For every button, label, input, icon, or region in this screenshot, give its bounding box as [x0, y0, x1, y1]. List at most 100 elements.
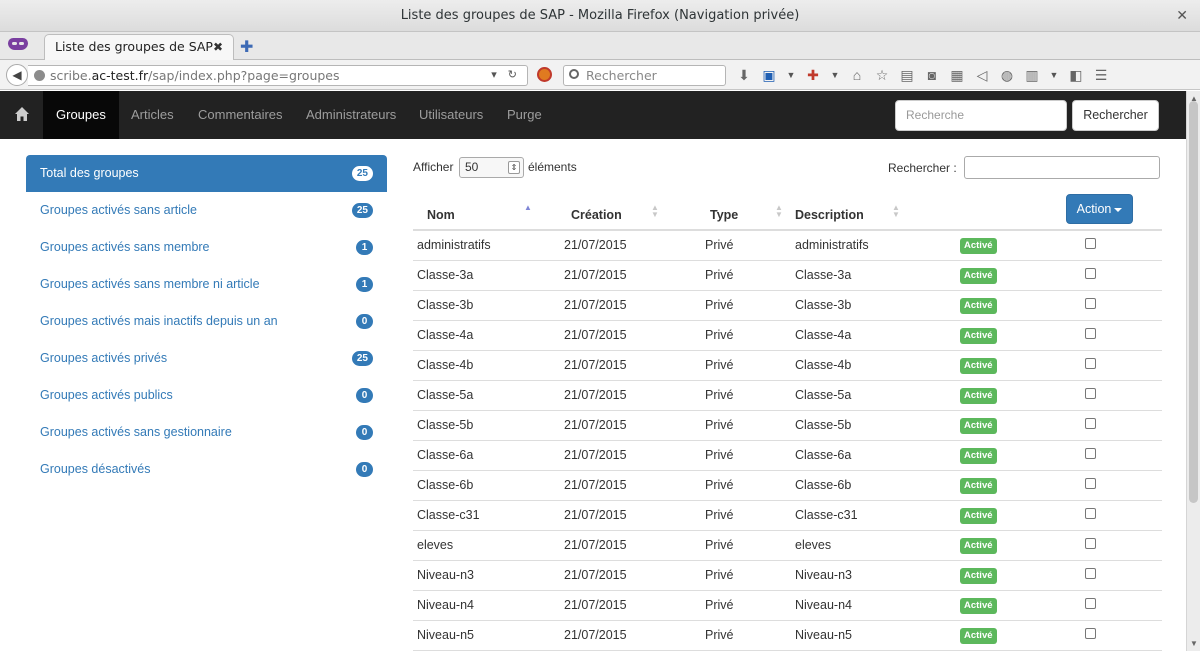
sidebar-item-total[interactable]: Total des groupes 25 [26, 155, 387, 192]
sidebar-item-sans-article[interactable]: Groupes activés sans article 25 [26, 192, 387, 229]
cell-creation: 21/07/2015 [564, 410, 705, 441]
column-header-description[interactable]: Description ▲ ▼ [795, 199, 960, 231]
menu-icon[interactable]: ☰ [1093, 67, 1109, 83]
table-row[interactable]: Classe-6a 21/07/2015 Privé Classe-6a Activé [413, 440, 1162, 471]
count-badge: 25 [351, 203, 373, 218]
cell-type: Privé [705, 290, 795, 321]
nav-item-utilisateurs[interactable]: Utilisateurs [406, 91, 496, 139]
sidebar-item-desactives[interactable]: Groupes désactivés 0 [26, 451, 387, 488]
row-checkbox[interactable] [1085, 628, 1096, 639]
table-row[interactable]: Niveau-n4 21/07/2015 Privé Niveau-n4 Activé [413, 590, 1162, 621]
table-row[interactable]: administratifs 21/07/2015 Privé administrat… [413, 230, 1162, 261]
table-row[interactable]: Classe-4b 21/07/2015 Privé Classe-4b Activé [413, 350, 1162, 381]
row-checkbox[interactable] [1085, 328, 1096, 339]
row-checkbox[interactable] [1085, 598, 1096, 609]
scroll-down-icon[interactable]: ▼ [1190, 639, 1198, 648]
tab-close-icon[interactable]: ✖ [213, 35, 223, 59]
sidebar-item-label: Groupes activés mais inactifs depuis un … [40, 314, 278, 328]
table-row[interactable]: Classe-c31 21/07/2015 Privé Classe-c31 Activ… [413, 500, 1162, 531]
cell-description: Classe-4a [795, 320, 960, 351]
table-row[interactable]: Classe-3a 21/07/2015 Privé Classe-3a Activé [413, 260, 1162, 291]
table-row[interactable]: Classe-5b 21/07/2015 Privé Classe-5b Activé [413, 410, 1162, 441]
sidebar-item-sans-gestionnaire[interactable]: Groupes activés sans gestionnaire 0 [26, 414, 387, 451]
column-header-type[interactable]: Type ▲ ▼ [705, 199, 795, 231]
table-row[interactable]: Classe-6b 21/07/2015 Privé Classe-6b Activé [413, 470, 1162, 501]
nav-item-administrateurs[interactable]: Administrateurs [293, 91, 409, 139]
url-bar[interactable]: scribe.ac-test.fr/sap/index.php?page=gro… [28, 65, 528, 86]
cell-select [1085, 500, 1162, 531]
row-checkbox[interactable] [1085, 478, 1096, 489]
home-browser-icon[interactable]: ⌂ [849, 67, 865, 83]
row-checkbox[interactable] [1085, 298, 1096, 309]
status-badge: Activé [960, 387, 997, 404]
sidebar-item-publics[interactable]: Groupes activés publics 0 [26, 377, 387, 414]
nav-item-groupes[interactable]: Groupes [43, 91, 119, 139]
window-close-icon[interactable]: ✕ [1176, 0, 1188, 32]
table-row[interactable]: Classe-4a 21/07/2015 Privé Classe-4a Activé [413, 320, 1162, 351]
cell-statut: Activé [960, 590, 1085, 621]
row-checkbox[interactable] [1085, 358, 1096, 369]
addon-icon[interactable]: ◍ [999, 67, 1015, 83]
bookmarks-list-icon[interactable]: ▤ [899, 67, 915, 83]
row-checkbox[interactable] [1085, 448, 1096, 459]
row-checkbox[interactable] [1085, 238, 1096, 250]
table-row[interactable]: Classe-5a 21/07/2015 Privé Classe-5a Activé [413, 380, 1162, 411]
save-icon[interactable]: ▣ [761, 67, 777, 83]
page-scrollbar[interactable]: ▲ ▼ [1186, 91, 1200, 651]
site-info-icon[interactable] [34, 70, 45, 81]
sidebar-item-sans-membre-ni-article[interactable]: Groupes activés sans membre ni article 1 [26, 266, 387, 303]
column-header-creation[interactable]: Création ▲ ▼ [564, 199, 705, 231]
column-header-nom[interactable]: Nom ▲ [413, 199, 564, 231]
back-icon[interactable]: ◀ [6, 64, 28, 86]
status-badge: Activé [960, 477, 997, 494]
row-checkbox[interactable] [1085, 388, 1096, 399]
sort-asc-icon: ▲ [524, 203, 532, 212]
cell-select [1085, 320, 1162, 351]
sort-icon: ▲ ▼ [775, 203, 783, 219]
table-row[interactable]: eleves 21/07/2015 Privé eleves Activé [413, 530, 1162, 561]
first-aid-icon[interactable]: ✚ [805, 67, 821, 83]
browser-search-input[interactable]: Rechercher [563, 65, 726, 86]
new-tab-icon[interactable]: ✚ [240, 37, 253, 57]
cell-nom: Niveau-n3 [413, 560, 564, 591]
sidebar-item-prives[interactable]: Groupes activés privés 25 [26, 340, 387, 377]
table-row[interactable]: Classe-3b 21/07/2015 Privé Classe-3b Activé [413, 290, 1162, 321]
nav-search-button[interactable]: Rechercher [1072, 100, 1159, 131]
browser-tab[interactable]: Liste des groupes de SAP ✖ [44, 34, 234, 60]
row-checkbox[interactable] [1085, 568, 1096, 579]
sidebar-item-inactifs[interactable]: Groupes activés mais inactifs depuis un … [26, 303, 387, 340]
noscript-icon[interactable] [537, 67, 552, 82]
send-icon[interactable]: ◁ [974, 67, 990, 83]
cell-description: Classe-6a [795, 440, 960, 471]
row-checkbox[interactable] [1085, 268, 1096, 279]
page-size-select[interactable]: 50 ⇕ [459, 157, 524, 178]
grid-icon[interactable]: ▦ [949, 67, 965, 83]
pocket-icon[interactable]: ◙ [924, 67, 940, 83]
extension-icon[interactable]: ◧ [1068, 67, 1084, 83]
nav-item-articles[interactable]: Articles [118, 91, 187, 139]
nav-search-input[interactable]: Recherche [895, 100, 1067, 131]
table-row[interactable]: Niveau-n3 21/07/2015 Privé Niveau-n3 Activé [413, 560, 1162, 591]
chevron-down-icon[interactable]: ▼ [1049, 67, 1059, 83]
chevron-down-icon[interactable]: ▼ [830, 67, 840, 83]
row-checkbox[interactable] [1085, 508, 1096, 519]
table-search-input[interactable] [964, 156, 1160, 179]
count-badge: 25 [351, 351, 373, 366]
clipboard-icon[interactable]: ▥ [1024, 67, 1040, 83]
cell-select [1085, 620, 1162, 651]
chevron-down-icon[interactable]: ▼ [786, 67, 796, 83]
row-checkbox[interactable] [1085, 538, 1096, 549]
url-dropdown-reload-icon[interactable]: ▾ ↻ [491, 68, 521, 81]
download-icon[interactable]: ⬇ [736, 67, 752, 83]
row-checkbox[interactable] [1085, 418, 1096, 429]
sidebar-item-sans-membre[interactable]: Groupes activés sans membre 1 [26, 229, 387, 266]
bookmark-star-icon[interactable]: ☆ [874, 67, 890, 83]
home-link[interactable] [0, 91, 43, 139]
status-badge: Activé [960, 237, 997, 254]
nav-item-purge[interactable]: Purge [494, 91, 555, 139]
cell-creation: 21/07/2015 [564, 620, 705, 651]
table-row[interactable]: Niveau-n5 21/07/2015 Privé Niveau-n5 Activé [413, 620, 1162, 651]
nav-item-commentaires[interactable]: Commentaires [185, 91, 296, 139]
scrollbar-thumb[interactable] [1189, 101, 1198, 503]
private-browsing-mask-icon [8, 38, 28, 50]
